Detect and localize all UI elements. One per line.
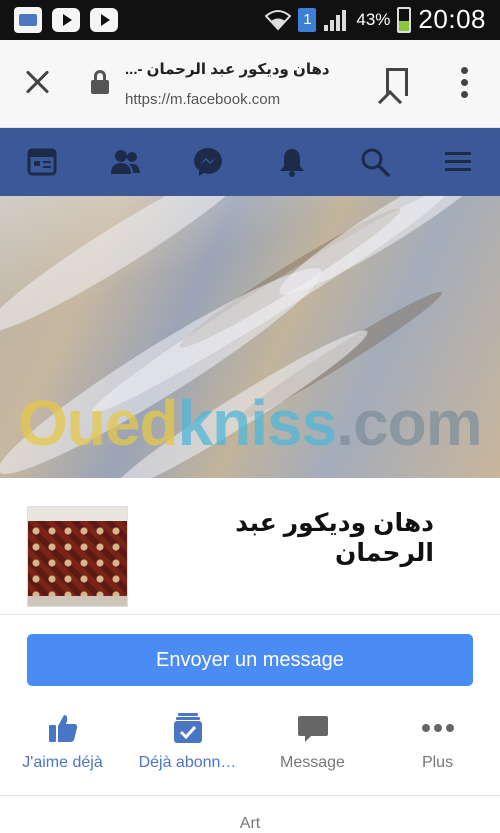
browser-page-title: دهان وديكور عبد الرحمان -... bbox=[125, 61, 330, 78]
menu-icon bbox=[445, 152, 472, 171]
like-action[interactable]: J'aime déjà bbox=[0, 710, 125, 772]
status-bar: 1 43% 20:08 bbox=[0, 0, 500, 40]
wifi-icon bbox=[265, 9, 292, 30]
system-indicators: 1 43% 20:08 bbox=[265, 4, 486, 35]
more-label: Plus bbox=[421, 754, 454, 771]
signal-icon bbox=[324, 9, 347, 31]
nav-notifications[interactable] bbox=[267, 137, 317, 187]
like-label: J'aime déjà bbox=[22, 754, 103, 771]
notification-icons bbox=[14, 7, 118, 33]
message-icon bbox=[297, 716, 328, 742]
page-name: دهان وديكور عبد الرحمان bbox=[235, 509, 434, 567]
lock-icon[interactable] bbox=[91, 70, 109, 94]
more-action[interactable]: Plus bbox=[375, 710, 500, 772]
nav-messenger[interactable] bbox=[183, 137, 233, 187]
facebook-nav-bar bbox=[0, 128, 500, 196]
divider bbox=[0, 795, 500, 796]
news-feed-icon bbox=[27, 148, 57, 176]
notifications-icon bbox=[279, 149, 304, 177]
bookmark-icon[interactable] bbox=[386, 68, 408, 96]
app-notification-icon bbox=[14, 7, 42, 33]
message-label: Message bbox=[280, 754, 345, 771]
nav-menu[interactable] bbox=[433, 137, 483, 187]
clock: 20:08 bbox=[418, 4, 486, 34]
friends-icon bbox=[110, 150, 140, 174]
divider bbox=[0, 614, 500, 615]
more-icon bbox=[421, 724, 454, 732]
message-action[interactable]: Message bbox=[250, 710, 375, 772]
page-category: Art bbox=[239, 815, 261, 832]
search-icon bbox=[361, 148, 390, 177]
follow-label: Déjà abonn… bbox=[138, 754, 237, 771]
browser-url[interactable]: https://m.facebook.com bbox=[125, 91, 280, 108]
thumbs-up-icon bbox=[48, 715, 77, 742]
subscribed-icon bbox=[173, 713, 202, 743]
browser-toolbar: دهان وديكور عبد الرحمان -... https://m.f… bbox=[0, 40, 500, 128]
battery-icon bbox=[397, 6, 412, 33]
follow-action[interactable]: Déjà abonn… bbox=[125, 710, 250, 772]
nav-search[interactable] bbox=[350, 137, 400, 187]
send-message-button[interactable]: Envoyer un message bbox=[27, 634, 473, 686]
nav-news-feed[interactable] bbox=[17, 137, 67, 187]
overflow-menu-icon[interactable] bbox=[459, 67, 469, 99]
profile-picture[interactable] bbox=[27, 506, 128, 607]
battery-percent: 43% bbox=[356, 9, 391, 29]
page-actions: J'aime déjà Déjà abonn… Message Plus bbox=[0, 710, 500, 790]
messenger-icon bbox=[194, 148, 223, 176]
sim-indicator: 1 bbox=[298, 7, 317, 32]
nav-friends[interactable] bbox=[100, 137, 150, 187]
oued-kniss-watermark: Ouedkniss.com bbox=[18, 387, 483, 459]
cover-photo[interactable]: Ouedkniss.com bbox=[0, 196, 500, 478]
close-icon[interactable] bbox=[22, 67, 52, 97]
youtube-notification-icon-2 bbox=[90, 8, 118, 32]
youtube-notification-icon bbox=[52, 8, 80, 32]
